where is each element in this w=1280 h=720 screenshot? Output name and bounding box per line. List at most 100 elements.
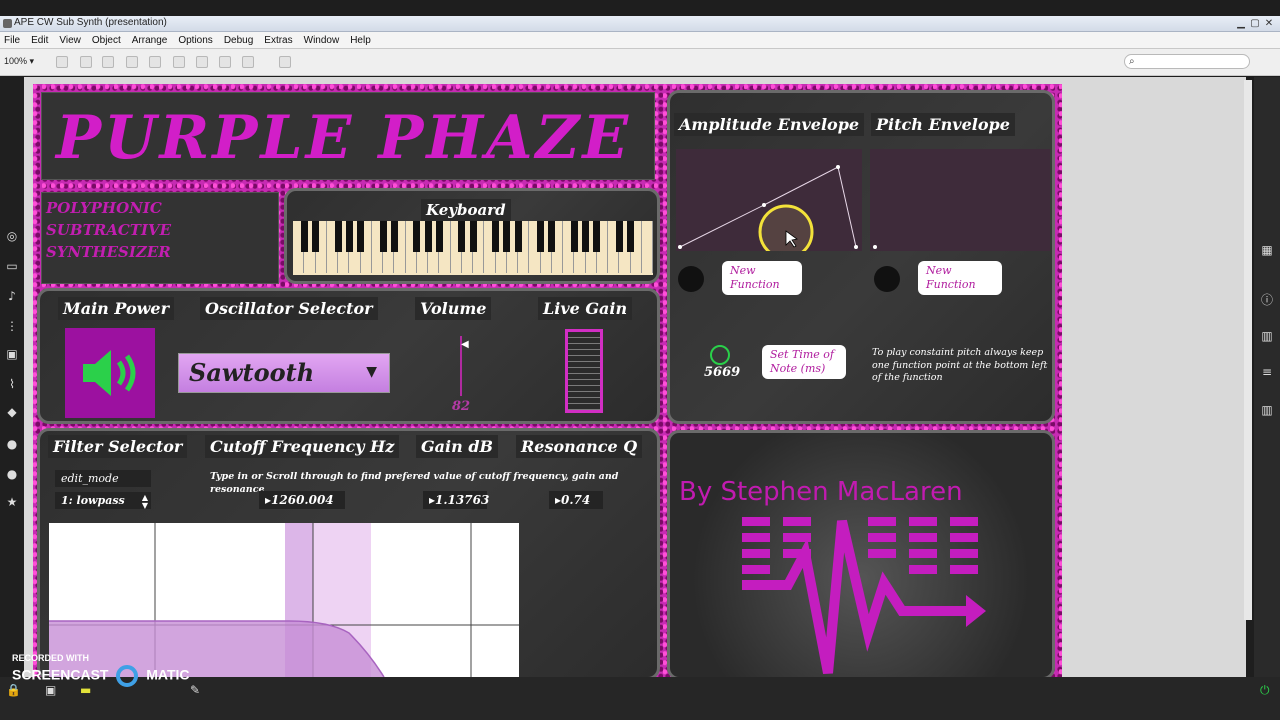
disabled-icon-a: ● <box>6 437 18 451</box>
note-time-value[interactable]: 5669 <box>704 365 740 380</box>
maximize-icon[interactable]: ▢ <box>1250 17 1260 30</box>
align-icon[interactable] <box>149 56 161 68</box>
main-power-button[interactable] <box>65 328 155 418</box>
main-controls-panel: Main Power Oscillator Selector Volume Li… <box>37 288 660 424</box>
black-key[interactable] <box>435 221 443 252</box>
target-icon[interactable]: ◎ <box>4 229 20 243</box>
oscillator-dropdown[interactable]: Sawtooth ▼ <box>178 353 390 393</box>
comment-icon[interactable] <box>102 56 114 68</box>
menu-options[interactable]: Options <box>178 35 212 46</box>
image-icon[interactable]: ▣ <box>4 347 20 361</box>
black-key[interactable] <box>334 221 342 252</box>
black-key[interactable] <box>548 221 556 252</box>
resonance-input[interactable]: ▸0.74 <box>549 491 603 509</box>
watermark-line2: SCREENCAST <box>12 666 109 683</box>
lock-icon[interactable] <box>56 56 68 68</box>
filter-type-selector[interactable]: 1: lowpass ▲ ▼ <box>55 492 151 509</box>
subtitle-panel: POLYPHONIC SUBTRACTIVE SYNTHESIZER <box>41 192 279 284</box>
app-icon <box>3 19 12 28</box>
black-key[interactable] <box>537 221 544 252</box>
amplitude-envelope-editor[interactable] <box>676 149 862 260</box>
patcher-icon[interactable] <box>173 56 185 68</box>
power-status-icon[interactable]: ⏻ <box>1260 683 1270 698</box>
amp-new-function-button[interactable]: New Function <box>722 261 802 295</box>
black-key[interactable] <box>312 221 319 252</box>
split-icon[interactable]: ▥ <box>1259 403 1275 417</box>
watermark-line3: MATIC <box>146 666 190 683</box>
black-key[interactable] <box>593 221 601 252</box>
amplitude-envelope-label: Amplitude Envelope <box>674 113 865 136</box>
black-key[interactable] <box>424 221 432 252</box>
menu-object[interactable]: Object <box>92 35 121 46</box>
menu-file[interactable]: File <box>4 35 20 46</box>
info-icon[interactable]: ⓘ <box>1259 291 1275 308</box>
menu-view[interactable]: View <box>59 35 81 46</box>
black-key[interactable] <box>357 221 364 252</box>
grid-icon[interactable] <box>126 56 138 68</box>
zoom-level[interactable]: 100% ▾ <box>4 56 34 67</box>
list-icon[interactable]: ≡ <box>1259 365 1275 379</box>
volume-label: Volume <box>415 297 492 320</box>
menu-extras[interactable]: Extras <box>264 35 292 46</box>
add-icon[interactable] <box>242 56 254 68</box>
inspector-icon[interactable]: ⋮ <box>4 319 20 333</box>
window-title: APE CW Sub Synth (presentation) <box>14 17 167 28</box>
right-sidebar: ▦ ⓘ ▥ ≡ ▥ <box>1254 77 1280 677</box>
black-key[interactable] <box>582 221 589 252</box>
patch-icon[interactable]: ◆ <box>4 405 20 419</box>
grid-view-icon[interactable]: ▦ <box>1259 243 1275 257</box>
menu-window[interactable]: Window <box>304 35 340 46</box>
black-key[interactable] <box>615 221 623 252</box>
presentation-icon[interactable] <box>80 56 92 68</box>
vertical-scrollbar[interactable] <box>1244 80 1252 620</box>
black-key[interactable] <box>413 221 421 252</box>
black-key[interactable] <box>300 221 308 252</box>
note-time-dial[interactable] <box>710 345 730 365</box>
layer-icon[interactable] <box>196 56 208 68</box>
music-note-icon[interactable]: ♪ <box>4 289 20 303</box>
piano-keyboard[interactable] <box>293 221 653 275</box>
resonance-value: 0.74 <box>561 493 591 507</box>
black-key[interactable] <box>469 221 477 252</box>
black-key[interactable] <box>492 221 499 252</box>
black-key[interactable] <box>379 221 387 252</box>
panel-icon[interactable]: ▭ <box>4 259 20 273</box>
set-time-label: Set Time of Note (ms) <box>762 345 846 379</box>
paint-icon[interactable] <box>279 56 291 68</box>
star-icon[interactable]: ★ <box>4 495 20 509</box>
credit-panel <box>667 430 1055 680</box>
synth-title: PURPLE PHAZE <box>56 103 632 173</box>
amp-function-bang[interactable] <box>678 266 704 292</box>
black-key[interactable] <box>514 221 522 252</box>
close-icon[interactable]: ✕ <box>1264 17 1274 30</box>
menu-arrange[interactable]: Arrange <box>132 35 168 46</box>
pitch-new-function-button[interactable]: New Function <box>918 261 1002 295</box>
filter-type-value: 1: lowpass <box>61 494 125 507</box>
menu-bar: File Edit View Object Arrange Options De… <box>0 32 1280 49</box>
minimize-icon[interactable]: ▁ <box>1236 17 1246 30</box>
cutoff-input[interactable]: ▸1260.004 <box>259 491 345 509</box>
wrench-icon[interactable]: ✎ <box>190 683 200 697</box>
black-key[interactable] <box>458 221 466 252</box>
black-key[interactable] <box>627 221 634 252</box>
black-key[interactable] <box>570 221 578 252</box>
menu-edit[interactable]: Edit <box>31 35 48 46</box>
volume-handle-icon[interactable]: ◀ <box>461 339 469 350</box>
pitch-envelope-editor[interactable] <box>870 149 1050 251</box>
live-gain-label: Live Gain <box>538 297 633 320</box>
screencast-logo-icon <box>116 665 139 687</box>
clock-icon[interactable] <box>219 56 231 68</box>
disabled-icon-b: ● <box>6 467 18 481</box>
search-input[interactable]: ⌕ <box>1124 54 1250 69</box>
envelope-panel: Amplitude Envelope Pitch Envelope New Fu… <box>667 90 1055 424</box>
black-key[interactable] <box>345 221 353 252</box>
white-key[interactable] <box>641 221 653 273</box>
black-key[interactable] <box>503 221 511 252</box>
columns-icon[interactable]: ▥ <box>1259 329 1275 343</box>
menu-debug[interactable]: Debug <box>224 35 253 46</box>
pitch-function-bang[interactable] <box>874 266 900 292</box>
black-key[interactable] <box>390 221 398 252</box>
menu-help[interactable]: Help <box>350 35 371 46</box>
paperclip-icon[interactable]: ⌇ <box>4 377 20 391</box>
gain-input[interactable]: ▸1.13763 <box>423 491 489 509</box>
